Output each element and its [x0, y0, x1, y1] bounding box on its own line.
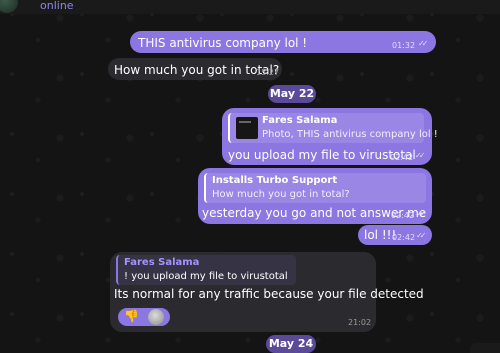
message-time: 02:42: [391, 211, 415, 220]
read-checkmarks-icon: ✓✓: [415, 151, 426, 160]
reply-author: Fares Salama: [124, 257, 200, 268]
message-time: 15:27: [256, 68, 280, 77]
message-time: 01:32: [392, 41, 416, 50]
reply-preview[interactable]: Installs Turbo Support How much you got …: [204, 173, 426, 203]
chat-header[interactable]: online: [0, 0, 500, 14]
read-checkmarks-icon: ✓✓: [416, 231, 427, 240]
reply-author: Fares Salama: [262, 115, 338, 126]
message-text: you upload my file to virustotal: [228, 148, 416, 162]
message-outgoing[interactable]: lol !!! 02:42 ✓✓: [358, 225, 432, 245]
reply-text: Photo, THIS antivirus company lol !: [262, 129, 438, 140]
message-time: 21:02: [348, 318, 372, 327]
message-time: 02:42: [390, 153, 414, 162]
message-time: 02:42: [392, 233, 416, 242]
reply-text: ! you upload my file to virustotal: [124, 271, 288, 282]
read-checkmarks-icon: ✓✓: [416, 209, 427, 218]
reply-preview[interactable]: Fares Salama Photo, THIS antivirus compa…: [228, 113, 438, 143]
reply-text: How much you got in total?: [212, 189, 350, 200]
composer-edge: [470, 343, 500, 353]
message-outgoing[interactable]: Fares Salama Photo, THIS antivirus compa…: [222, 108, 438, 165]
date-divider: May 22: [268, 85, 316, 103]
message-outgoing[interactable]: THIS antivirus company lol ! 01:32 ✓✓: [130, 31, 436, 53]
reaction-bar[interactable]: 👎: [118, 308, 170, 326]
reply-author: Installs Turbo Support: [212, 175, 338, 186]
message-text: How much you got in total?: [114, 63, 280, 77]
message-incoming[interactable]: Fares Salama ! you upload my file to vir…: [110, 252, 424, 332]
message-outgoing[interactable]: Installs Turbo Support How much you got …: [198, 168, 432, 224]
thumbs-down-icon[interactable]: 👎: [124, 309, 139, 323]
photo-thumbnail: [236, 117, 258, 139]
date-divider: May 24: [266, 335, 316, 353]
avatar[interactable]: [0, 0, 18, 13]
message-incoming[interactable]: How much you got in total? 15:27: [108, 58, 282, 80]
message-text: Its normal for any traffic because your …: [114, 287, 424, 301]
read-checkmarks-icon: ✓✓: [418, 39, 429, 48]
avatar: [148, 309, 164, 325]
reply-preview[interactable]: Fares Salama ! you upload my file to vir…: [116, 255, 296, 285]
online-status: online: [40, 0, 74, 12]
message-text: THIS antivirus company lol !: [138, 36, 308, 50]
